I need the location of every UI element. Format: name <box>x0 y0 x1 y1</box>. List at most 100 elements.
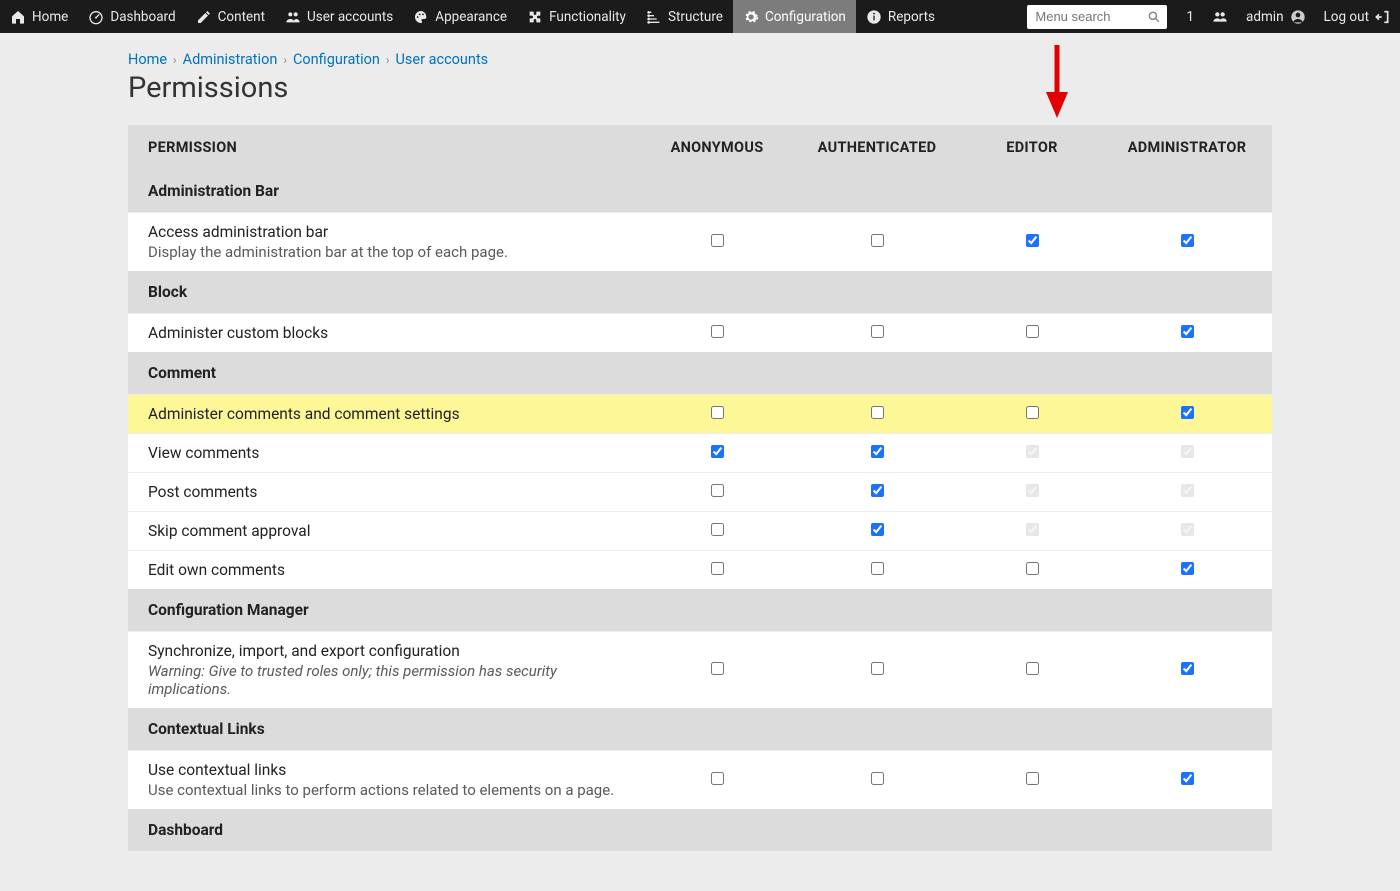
permission-label-cell: Use contextual linksUse contextual links… <box>128 751 642 810</box>
permission-checkbox-cell <box>962 512 1102 551</box>
permission-group-name: Comment <box>128 352 1272 395</box>
logout[interactable]: Log out <box>1315 0 1400 33</box>
table-row: Edit own comments <box>128 551 1272 590</box>
permission-checkbox[interactable] <box>871 445 884 458</box>
permission-checkbox[interactable] <box>1181 234 1194 247</box>
permission-checkbox[interactable] <box>871 234 884 247</box>
menu-user-accounts[interactable]: User accounts <box>275 0 403 33</box>
permission-checkbox <box>1181 523 1194 536</box>
table-row: Use contextual linksUse contextual links… <box>128 751 1272 810</box>
permission-checkbox <box>1026 445 1039 458</box>
permission-checkbox[interactable] <box>711 445 724 458</box>
menu-configuration[interactable]: Configuration <box>733 0 856 33</box>
breadcrumb-link[interactable]: Configuration <box>293 51 380 68</box>
menu-appearance[interactable]: Appearance <box>403 0 517 33</box>
permission-label: Skip comment approval <box>148 522 622 540</box>
permission-label-cell: Skip comment approval <box>128 512 642 551</box>
permission-checkbox[interactable] <box>1181 406 1194 419</box>
permission-checkbox-cell <box>792 395 962 434</box>
permission-checkbox-cell <box>642 551 792 590</box>
permission-checkbox-cell <box>642 473 792 512</box>
permission-checkbox[interactable] <box>871 406 884 419</box>
permissions-table: PERMISSION ANONYMOUS AUTHENTICATED EDITO… <box>128 125 1272 851</box>
permission-checkbox-cell <box>1102 213 1272 272</box>
permission-checkbox[interactable] <box>871 523 884 536</box>
permission-checkbox[interactable] <box>711 662 724 675</box>
menu-reports[interactable]: Reports <box>856 0 945 33</box>
permission-checkbox[interactable] <box>1181 325 1194 338</box>
table-row: Post comments <box>128 473 1272 512</box>
permission-checkbox[interactable] <box>711 325 724 338</box>
users-icon-link[interactable] <box>1203 0 1237 33</box>
permission-label-cell: Administer custom blocks <box>128 314 642 353</box>
breadcrumb-link[interactable]: User accounts <box>396 51 489 68</box>
permission-checkbox-cell <box>962 751 1102 810</box>
permission-checkbox[interactable] <box>871 772 884 785</box>
permission-checkbox[interactable] <box>711 406 724 419</box>
permission-label-cell: Access administration barDisplay the adm… <box>128 213 642 272</box>
permission-checkbox-cell <box>642 632 792 709</box>
menu-label: Appearance <box>435 9 507 25</box>
breadcrumb: Home›Administration›Configuration›User a… <box>128 33 1272 71</box>
permission-checkbox-cell <box>1102 512 1272 551</box>
menu-structure[interactable]: Structure <box>636 0 733 33</box>
chevron-right-icon: › <box>386 53 390 67</box>
permission-checkbox-cell <box>1102 434 1272 473</box>
permission-checkbox <box>1026 523 1039 536</box>
permission-checkbox[interactable] <box>1026 234 1039 247</box>
menu-dashboard[interactable]: Dashboard <box>78 0 185 33</box>
permission-checkbox[interactable] <box>711 772 724 785</box>
palette-icon <box>413 9 429 25</box>
permission-desc: Warning: Give to trusted roles only; thi… <box>148 662 622 698</box>
col-permission: PERMISSION <box>128 125 642 170</box>
notif-count[interactable]: 1 <box>1177 0 1203 33</box>
permission-checkbox-cell <box>642 213 792 272</box>
permission-checkbox <box>1181 484 1194 497</box>
permission-checkbox[interactable] <box>1026 772 1039 785</box>
permission-checkbox[interactable] <box>871 562 884 575</box>
permission-checkbox[interactable] <box>871 484 884 497</box>
puzzle-icon <box>527 9 543 25</box>
permission-checkbox[interactable] <box>711 562 724 575</box>
permission-desc: Use contextual links to perform actions … <box>148 781 622 799</box>
permission-checkbox-cell <box>962 395 1102 434</box>
user-circle-icon <box>1290 9 1306 25</box>
menu-label: User accounts <box>307 9 393 25</box>
logout-label: Log out <box>1324 9 1369 25</box>
permission-checkbox[interactable] <box>711 234 724 247</box>
permission-checkbox[interactable] <box>871 662 884 675</box>
users-icon <box>1212 9 1228 25</box>
menu-content[interactable]: Content <box>186 0 275 33</box>
permission-checkbox[interactable] <box>1026 325 1039 338</box>
permission-checkbox[interactable] <box>711 523 724 536</box>
permission-checkbox-cell <box>1102 314 1272 353</box>
permission-checkbox[interactable] <box>1026 662 1039 675</box>
menu-home[interactable]: Home <box>0 0 78 33</box>
permission-checkbox-cell <box>792 632 962 709</box>
permission-group: Configuration Manager <box>128 589 1272 632</box>
breadcrumb-link[interactable]: Administration <box>183 51 278 68</box>
permission-checkbox-cell <box>792 213 962 272</box>
admin-user[interactable]: admin <box>1237 0 1315 33</box>
permission-checkbox[interactable] <box>711 484 724 497</box>
permission-group: Contextual Links <box>128 708 1272 751</box>
permission-checkbox[interactable] <box>1181 662 1194 675</box>
menu-label: Reports <box>888 9 935 25</box>
menu-search[interactable] <box>1027 5 1167 29</box>
permission-checkbox[interactable] <box>1026 406 1039 419</box>
permission-checkbox-cell <box>1102 551 1272 590</box>
menu-label: Configuration <box>765 9 846 25</box>
permission-checkbox-cell <box>1102 473 1272 512</box>
page-title: Permissions <box>128 71 1272 105</box>
menu-functionality[interactable]: Functionality <box>517 0 636 33</box>
permission-checkbox[interactable] <box>1026 562 1039 575</box>
permission-group: Block <box>128 271 1272 314</box>
permission-checkbox-cell <box>642 395 792 434</box>
permission-checkbox[interactable] <box>1181 562 1194 575</box>
permission-checkbox[interactable] <box>1181 772 1194 785</box>
permission-checkbox[interactable] <box>871 325 884 338</box>
menu-search-input[interactable] <box>1035 9 1147 24</box>
permission-checkbox-cell <box>962 434 1102 473</box>
menu-label: Home <box>32 9 68 25</box>
breadcrumb-link[interactable]: Home <box>128 51 167 68</box>
